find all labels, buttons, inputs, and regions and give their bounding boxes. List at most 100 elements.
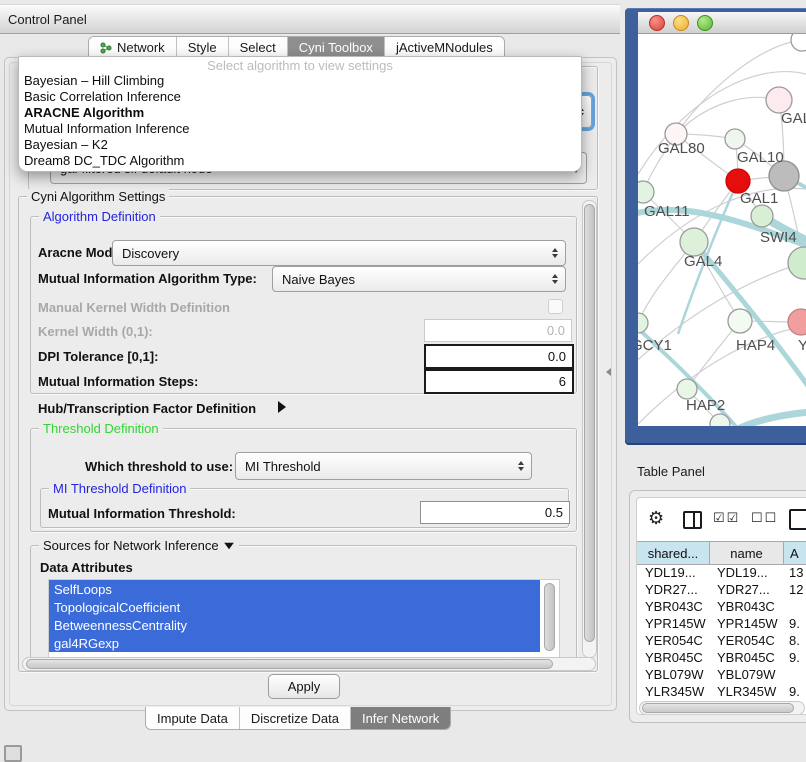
mi-threshold-label: Mutual Information Threshold: <box>48 506 236 521</box>
column-header-name[interactable]: name <box>710 542 784 564</box>
cell: YBL079W <box>637 667 710 682</box>
tab-network[interactable]: Network <box>89 37 177 58</box>
list-item[interactable]: TopologicalCoefficient <box>49 598 540 616</box>
network-icon <box>100 42 112 54</box>
settings-horizontal-scrollbar[interactable] <box>22 657 596 671</box>
tab-discretize-data[interactable]: Discretize Data <box>240 707 351 729</box>
table-horizontal-scrollbar-thumb[interactable] <box>642 703 794 713</box>
tab-network-label: Network <box>117 40 165 55</box>
network-canvas[interactable]: GAL GAL80 GAL10 GAL1 GAL11 SWI4 GAL4 GCY… <box>638 34 806 426</box>
network-node[interactable] <box>788 309 806 335</box>
control-panel-tabbar: Network Style Select Cyni Toolbox jActiv… <box>88 36 505 58</box>
which-threshold-value: MI Threshold <box>236 459 321 474</box>
mi-type-select[interactable]: Naive Bayes <box>272 266 566 292</box>
popup-item-aracne[interactable]: ARACNE Algorithm <box>19 105 581 121</box>
tab-discretize-data-label: Discretize Data <box>251 711 339 726</box>
dpi-tolerance-field[interactable]: 0.0 <box>424 344 574 369</box>
table-panel-title: Table Panel <box>637 464 705 479</box>
table-row[interactable]: YER054CYER054C8. <box>637 632 806 649</box>
network-node[interactable] <box>751 205 773 227</box>
settings-vertical-scrollbar[interactable] <box>582 200 597 658</box>
manual-kernel-checkbox[interactable] <box>548 299 563 314</box>
cell: YBR043C <box>710 599 784 614</box>
tab-cyni-toolbox[interactable]: Cyni Toolbox <box>288 37 385 58</box>
tab-impute-data[interactable]: Impute Data <box>146 707 240 729</box>
network-node[interactable] <box>788 247 806 279</box>
network-node-label: Y <box>798 337 806 354</box>
aracne-mode-select[interactable]: Discovery <box>112 240 566 266</box>
settings-vertical-scrollbar-thumb[interactable] <box>584 204 595 642</box>
tab-select[interactable]: Select <box>229 37 288 58</box>
popup-item-bayesian-k2[interactable]: Bayesian – K2 <box>19 137 581 153</box>
cell: 13 <box>784 565 806 580</box>
table-row[interactable]: YBR045CYBR045C9. <box>637 649 806 666</box>
network-node-label: GAL80 <box>658 140 705 157</box>
table-row[interactable]: YDR27...YDR27...12 <box>637 581 806 598</box>
cell: 8. <box>784 633 806 648</box>
table-horizontal-scrollbar[interactable] <box>639 701 805 715</box>
cell: YPR145W <box>710 616 784 631</box>
expand-arrow-icon[interactable] <box>278 401 286 413</box>
which-threshold-select[interactable]: MI Threshold <box>235 452 532 480</box>
tab-style[interactable]: Style <box>177 37 229 58</box>
network-node[interactable] <box>638 313 648 333</box>
kernel-width-field[interactable]: 0.0 <box>424 319 572 342</box>
table-row[interactable]: YBL079WYBL079W <box>637 666 806 683</box>
cell: 9. <box>784 650 806 665</box>
settings-horizontal-scrollbar-thumb[interactable] <box>26 659 553 669</box>
network-node-label: GAL11 <box>644 203 690 220</box>
network-node-label: HAP2 <box>686 397 725 414</box>
network-node[interactable] <box>677 379 697 399</box>
table-mode-icon[interactable] <box>789 509 806 530</box>
gear-icon[interactable]: ⚙ <box>648 508 664 529</box>
tab-jactivemnodules[interactable]: jActiveMNodules <box>385 37 504 58</box>
network-node[interactable] <box>638 181 654 203</box>
cyni-settings-title: Cyni Algorithm Settings <box>27 189 169 204</box>
column-header-partial[interactable]: A <box>784 542 806 564</box>
threshold-definition-title: Threshold Definition <box>39 421 163 436</box>
table-row[interactable]: YDL19...YDL19...13 <box>637 564 806 581</box>
network-node[interactable] <box>791 34 806 51</box>
popup-item-mutual-information[interactable]: Mutual Information Inference <box>19 121 581 137</box>
spinner-arrows-icon <box>518 461 524 471</box>
network-node[interactable] <box>680 228 708 256</box>
list-item[interactable]: SelfLoops <box>49 580 540 598</box>
columns-icon[interactable] <box>683 511 702 529</box>
close-traffic-light[interactable] <box>649 15 665 31</box>
network-node-label: SWI4 <box>760 229 797 246</box>
bottom-tabbar: Impute Data Discretize Data Infer Networ… <box>145 707 451 730</box>
which-threshold-label: Which threshold to use: <box>85 459 233 474</box>
deselect-all-checkboxes-icon[interactable]: ☐☐ <box>751 510 778 526</box>
list-item[interactable]: gal4RGexp <box>49 634 540 652</box>
collapse-arrow-icon[interactable] <box>224 542 234 548</box>
cell: 9. <box>784 616 806 631</box>
table-row[interactable]: YBR043CYBR043C <box>637 598 806 615</box>
cell: YPR145W <box>637 616 710 631</box>
zoom-traffic-light[interactable] <box>697 15 713 31</box>
data-attributes-list[interactable]: SelfLoops TopologicalCoefficient Between… <box>48 579 560 658</box>
splitpane-collapse-arrow[interactable] <box>606 368 611 376</box>
popup-item-basic-correlation[interactable]: Basic Correlation Inference <box>19 89 581 105</box>
cell: YDR27... <box>710 582 784 597</box>
minimize-traffic-light[interactable] <box>673 15 689 31</box>
popup-item-dream8[interactable]: Dream8 DC_TDC Algorithm <box>19 153 581 169</box>
cell: 12 <box>784 582 806 597</box>
list-scrollbar-thumb[interactable] <box>544 583 555 651</box>
network-node-label: GAL1 <box>740 190 778 207</box>
table-row[interactable]: YPR145WYPR145W9. <box>637 615 806 632</box>
network-node[interactable] <box>725 129 745 149</box>
mi-steps-field[interactable]: 6 <box>424 369 574 394</box>
table-row[interactable]: YLR345WYLR345W9. <box>637 683 806 700</box>
cell: YDR27... <box>637 582 710 597</box>
popup-item-bayesian-hill-climbing[interactable]: Bayesian – Hill Climbing <box>19 73 581 89</box>
network-node[interactable] <box>728 309 752 333</box>
network-node-label: GAL10 <box>737 149 784 166</box>
select-all-checkboxes-icon[interactable]: ☑☑ <box>713 510 740 526</box>
cell: YDL19... <box>637 565 710 580</box>
list-item[interactable]: BetweennessCentrality <box>49 616 540 634</box>
apply-button[interactable]: Apply <box>268 674 340 699</box>
tab-infer-network[interactable]: Infer Network <box>351 707 450 729</box>
mi-threshold-field[interactable]: 0.5 <box>420 501 570 524</box>
column-header-shared-name[interactable]: shared... <box>637 542 710 564</box>
minimized-panel-icon[interactable] <box>4 745 22 762</box>
